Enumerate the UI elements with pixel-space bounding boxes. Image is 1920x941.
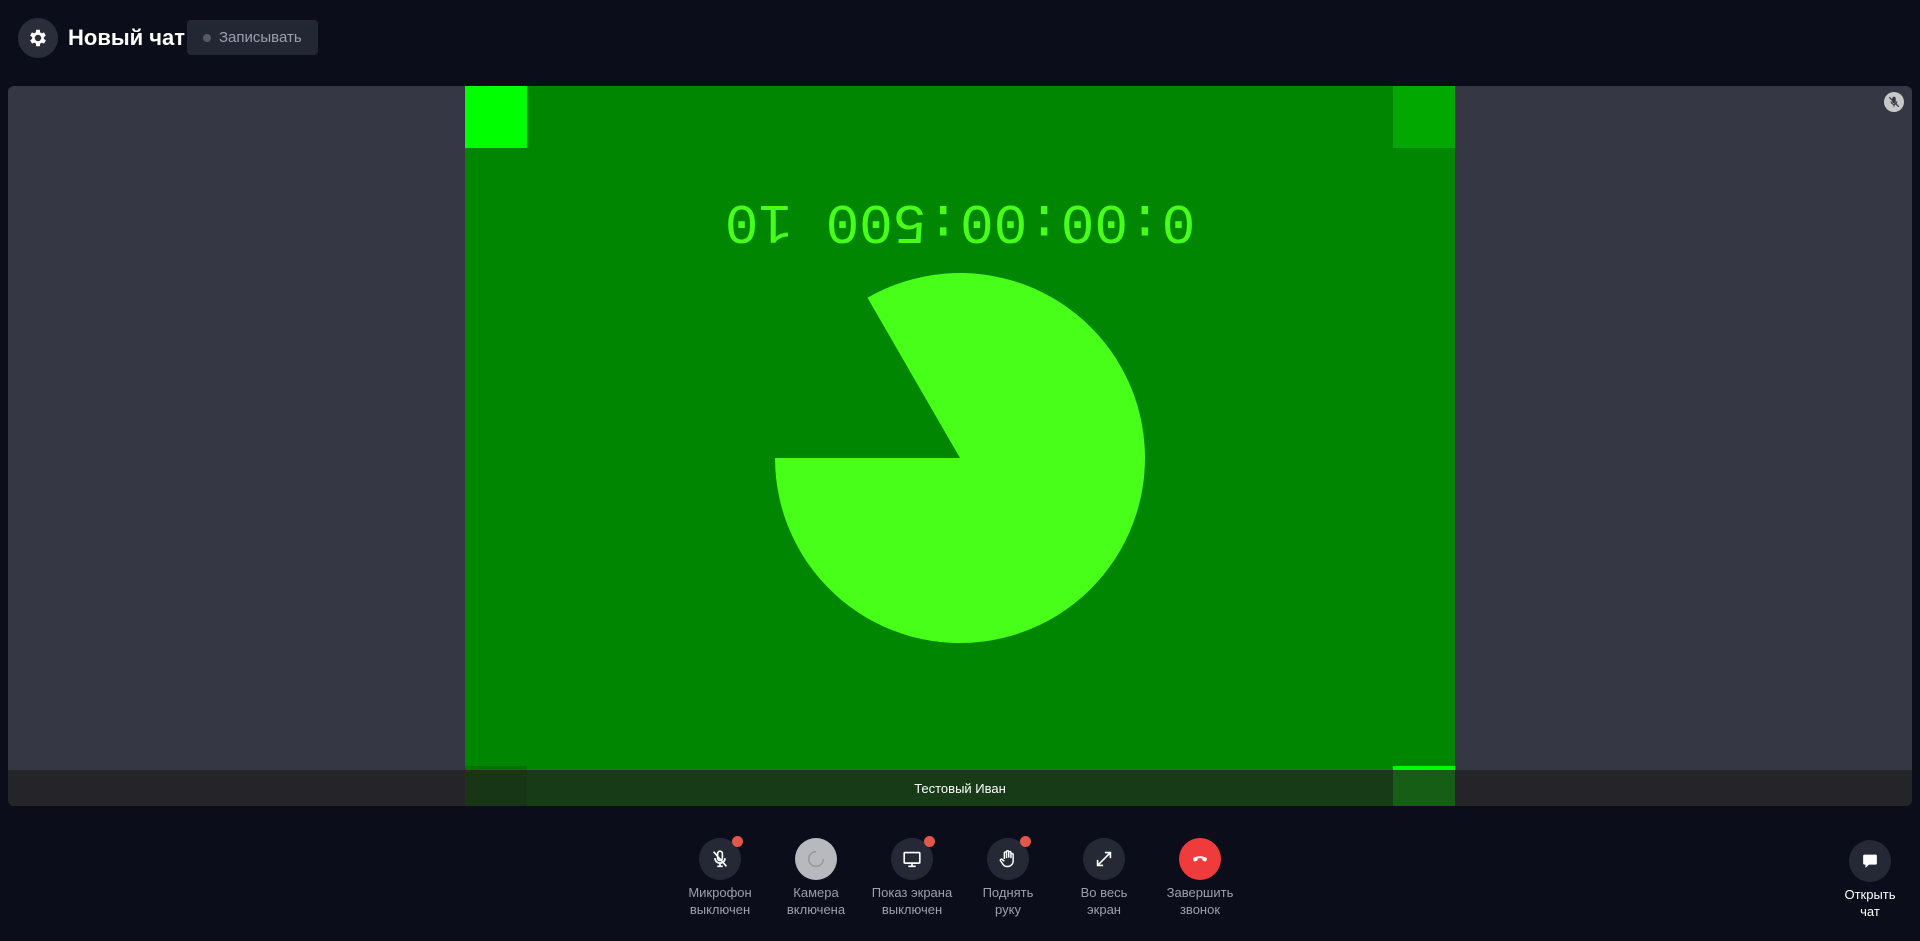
video-stage: 0:00:00:500 10 Тестовый Иван: [8, 86, 1912, 806]
raise-hand-button[interactable]: Поднять руку: [968, 836, 1048, 938]
open-chat-button-label: Открыть чат: [1844, 887, 1896, 919]
gear-icon: [30, 29, 46, 47]
muted-mic-indicator: [1884, 92, 1904, 112]
status-badge: [732, 836, 743, 847]
video-frame: 0:00:00:500 10: [465, 86, 1455, 806]
participant-video[interactable]: 0:00:00:500 10: [465, 86, 1455, 806]
screen-share-button[interactable]: Показ экрана выключен: [872, 836, 952, 938]
open-chat-button-circle[interactable]: [1849, 840, 1891, 882]
corner-marker-top-left: [465, 86, 527, 148]
header: Новый чат Записывать: [0, 0, 1920, 80]
raise-hand-button-label: Поднять руку: [982, 885, 1034, 917]
open-chat-button[interactable]: Открыть чат: [1840, 840, 1900, 920]
participant-name-bar: Тестовый Иван: [8, 770, 1912, 806]
end-call-button-circle[interactable]: [1179, 838, 1221, 880]
fullscreen-button-circle[interactable]: [1083, 838, 1125, 880]
monitor-icon: [903, 851, 921, 868]
mic-off-icon: [1888, 96, 1900, 108]
raise-hand-button-circle[interactable]: [987, 836, 1031, 880]
screen-share-button-label: Показ экрана выключен: [871, 885, 953, 917]
hand-icon: [999, 850, 1014, 868]
mic-off-icon: [712, 850, 728, 868]
fullscreen-button[interactable]: Во весь экран: [1064, 838, 1144, 938]
corner-marker-top-right: [1393, 86, 1455, 148]
status-badge: [924, 836, 935, 847]
video-timer-text: 0:00:00:500 10: [725, 189, 1195, 253]
camera-button-circle[interactable]: [795, 838, 837, 880]
record-button[interactable]: Записывать: [187, 20, 318, 55]
page-title: Новый чат: [68, 25, 186, 50]
loading-spinner-icon: [807, 850, 825, 868]
end-call-button[interactable]: Завершить звонок: [1160, 838, 1240, 938]
record-dot-icon: [203, 33, 211, 42]
expand-icon: [1096, 851, 1112, 867]
microphone-button-label: Микрофон выключен: [688, 885, 752, 917]
participant-name: Тестовый Иван: [914, 780, 1006, 796]
camera-button-label: Камера включена: [786, 885, 846, 917]
microphone-button-circle[interactable]: [699, 836, 743, 880]
settings-button[interactable]: [18, 18, 58, 58]
chat-bubble-icon: [1863, 854, 1877, 868]
call-controls: Микрофон выключен Камера включена Показ эк…: [680, 836, 1240, 938]
status-badge: [1020, 836, 1031, 847]
screen-share-button-circle[interactable]: [891, 836, 935, 880]
camera-toggle-button[interactable]: Камера включена: [776, 838, 856, 938]
hangup-icon: [1193, 856, 1207, 862]
record-button-label: Записывать: [219, 29, 302, 46]
fullscreen-button-label: Во весь экран: [1080, 885, 1128, 917]
microphone-toggle-button[interactable]: Микрофон выключен: [680, 836, 760, 938]
end-call-button-label: Завершить звонок: [1166, 885, 1234, 917]
